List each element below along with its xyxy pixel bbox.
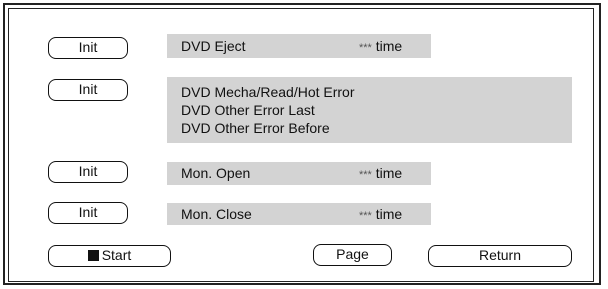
start-button[interactable]: Start xyxy=(48,245,171,267)
dvd-eject-unit: time xyxy=(375,38,403,54)
start-button-label: Start xyxy=(101,247,132,263)
mon-open-panel: Mon. Open *** time xyxy=(167,162,431,185)
mon-open-label: Mon. Open xyxy=(181,165,251,181)
init-button-dvd-eject[interactable]: Init xyxy=(48,37,128,59)
dvd-error-line-1: DVD Mecha/Read/Hot Error xyxy=(181,84,355,100)
init-button-mon-open[interactable]: Init xyxy=(48,161,128,183)
mon-open-unit: time xyxy=(375,165,403,181)
mon-close-count-value: *** xyxy=(359,210,372,222)
dvd-eject-count-value: *** xyxy=(359,42,372,54)
mon-close-label: Mon. Close xyxy=(181,206,252,222)
mon-close-panel: Mon. Close *** time xyxy=(167,203,431,225)
dvd-error-line-3: DVD Other Error Before xyxy=(181,120,330,136)
dvd-eject-panel: DVD Eject *** time xyxy=(167,34,431,58)
dvd-eject-count: *** time xyxy=(359,38,402,54)
mon-close-count: *** time xyxy=(359,206,402,222)
stop-square-icon xyxy=(87,250,99,261)
init-button-dvd-error[interactable]: Init xyxy=(48,79,128,101)
dvd-eject-label: DVD Eject xyxy=(181,38,246,54)
mon-open-count-value: *** xyxy=(359,169,372,181)
page-button[interactable]: Page xyxy=(313,244,392,266)
mon-close-unit: time xyxy=(375,206,403,222)
init-button-mon-close[interactable]: Init xyxy=(48,202,128,224)
return-button[interactable]: Return xyxy=(428,245,572,267)
dvd-error-panel: DVD Mecha/Read/Hot Error DVD Other Error… xyxy=(167,77,572,143)
dvd-error-line-2: DVD Other Error Last xyxy=(181,102,315,118)
mon-open-count: *** time xyxy=(359,165,402,181)
